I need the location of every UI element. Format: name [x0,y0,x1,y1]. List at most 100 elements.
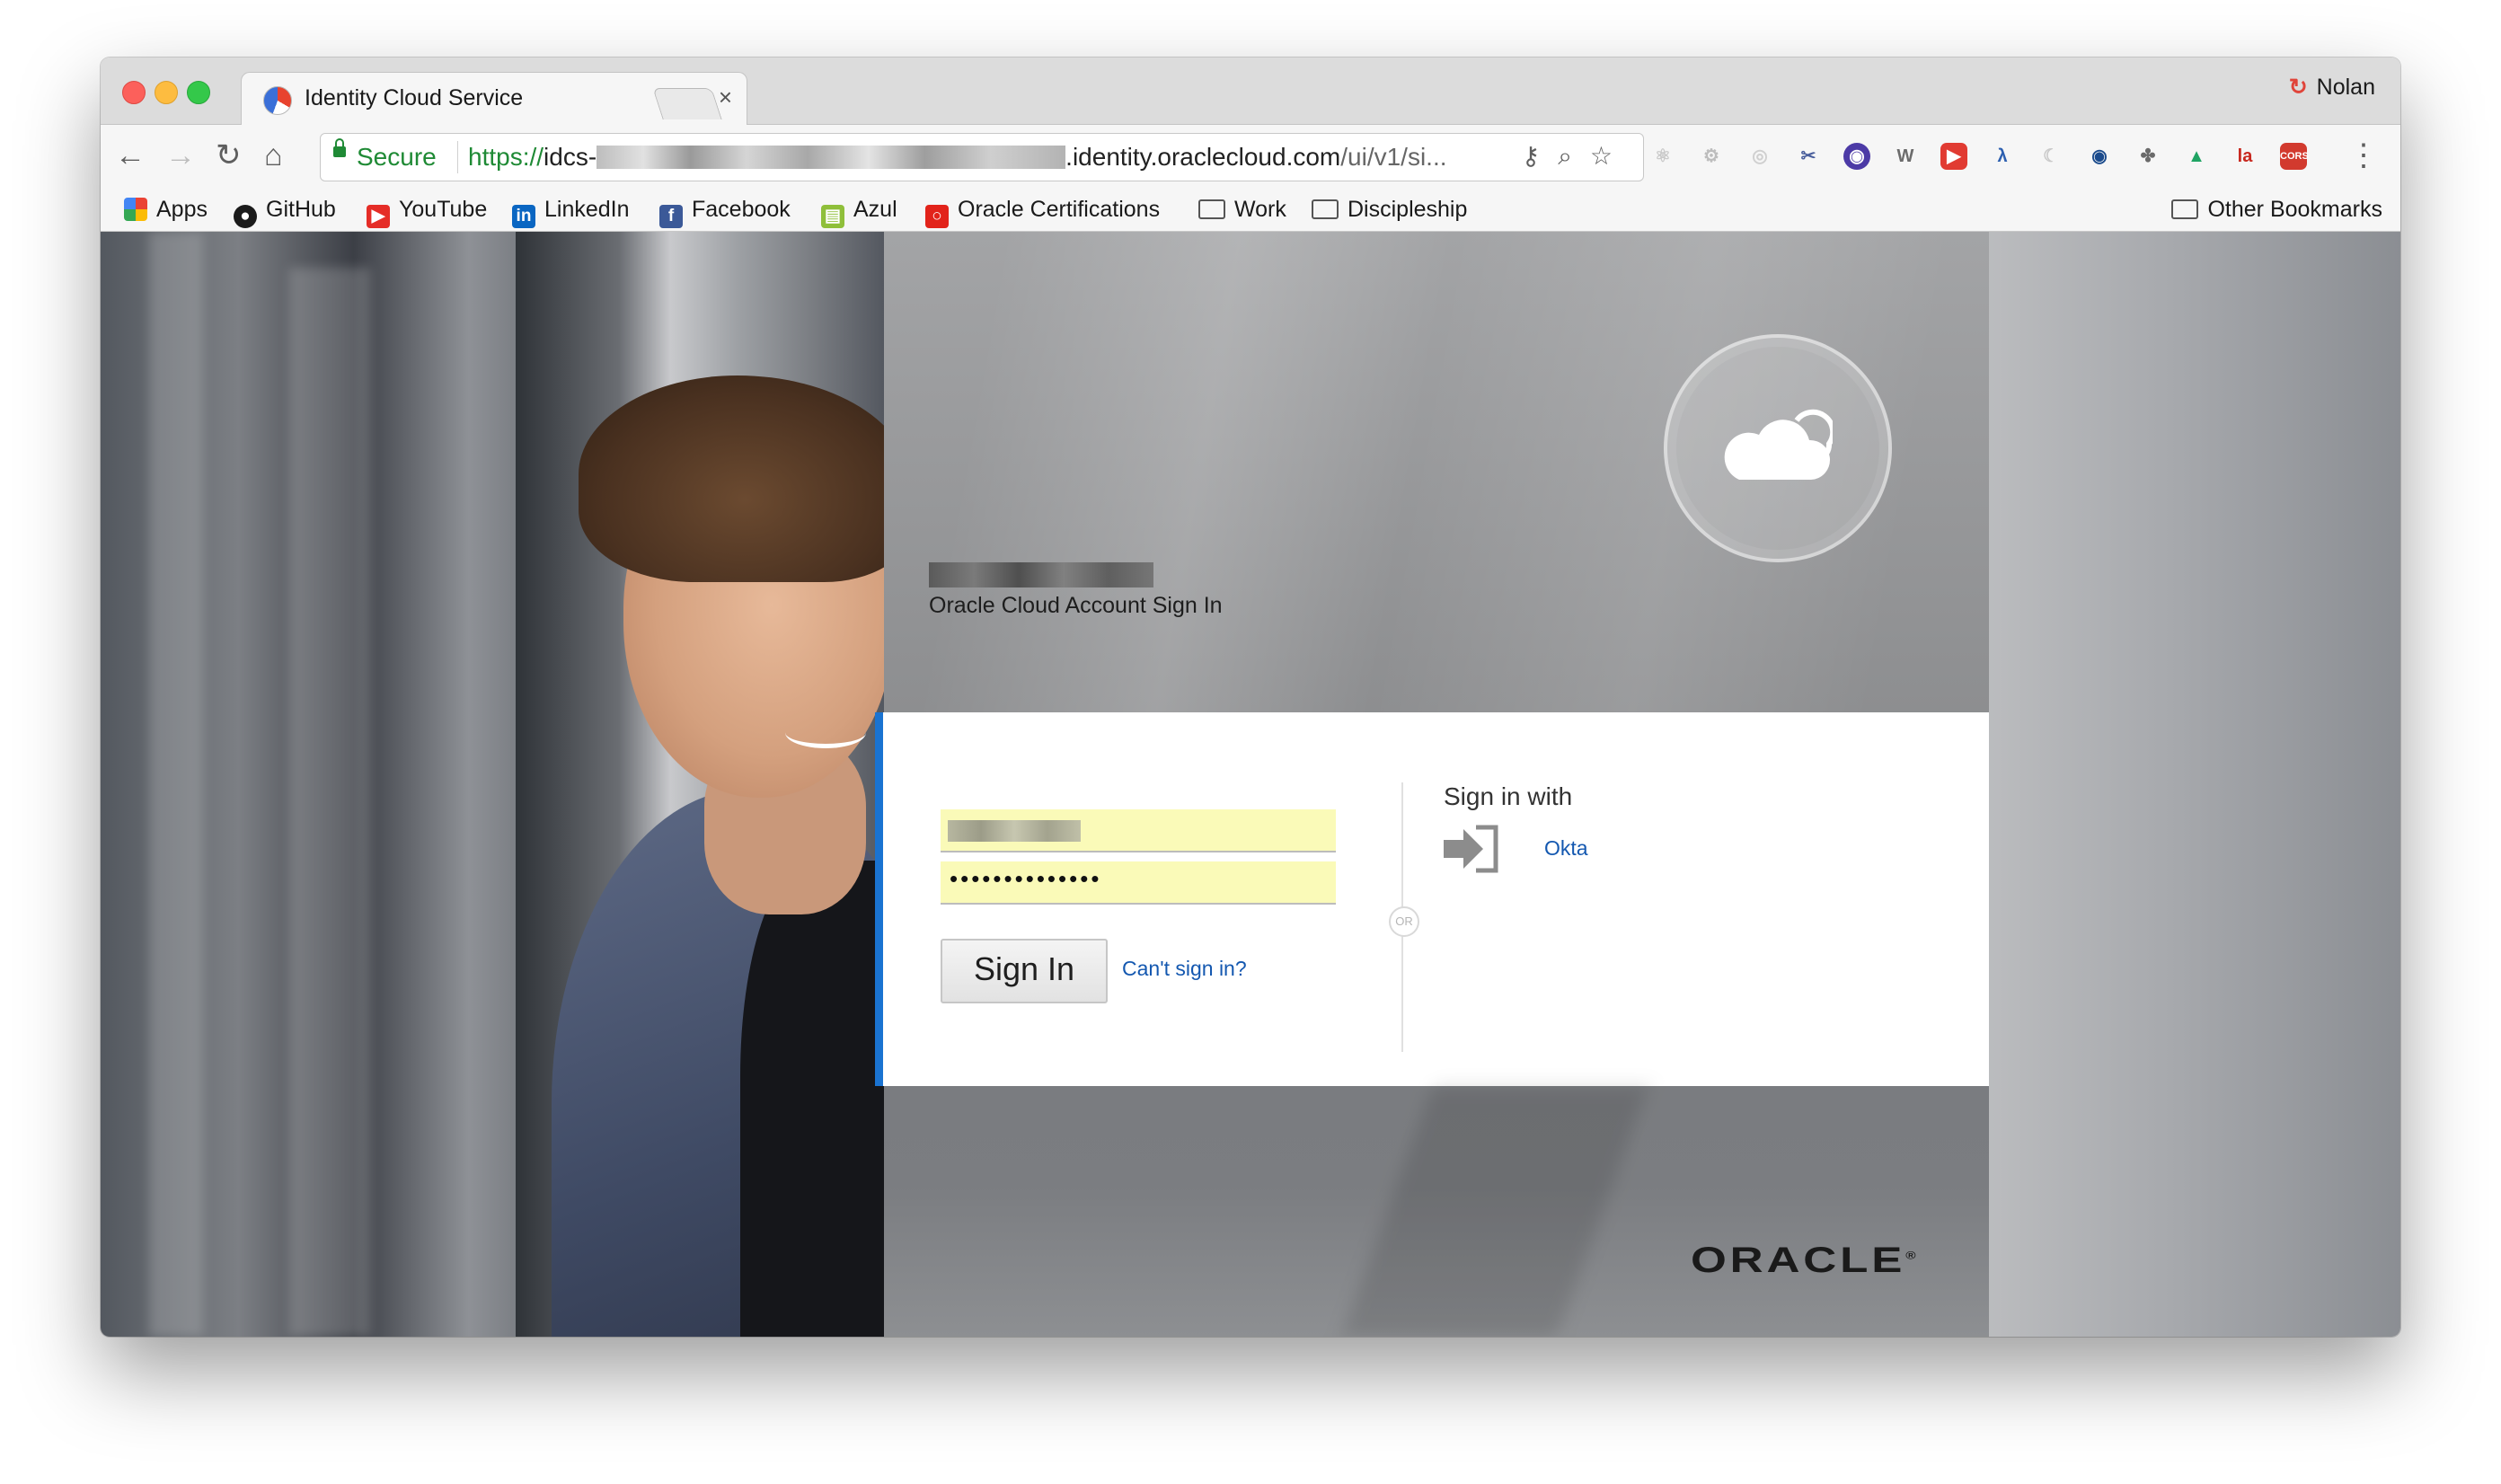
bookmark-youtube[interactable]: ▶ YouTube [367,197,487,228]
globe-icon[interactable]: ◉ [1843,143,1870,170]
zoom-icon[interactable]: ⌕ [1558,142,1590,170]
bookmark-label: Work [1234,197,1286,222]
bookmark-folder-discipleship[interactable]: Discipleship [1312,197,1467,223]
new-tab-button[interactable] [652,88,722,119]
sign-in-button[interactable]: Sign In [941,939,1108,1003]
secure-label: Secure [357,143,437,171]
bookmark-label: YouTube [399,197,488,222]
github-icon: ● [234,205,257,228]
profile-button[interactable]: ↻ Nolan [2289,74,2375,101]
home-icon[interactable]: ⌂ [264,136,283,175]
forward-arrow-icon[interactable]: → [165,136,196,175]
w-icon[interactable]: W [1892,143,1919,170]
apps-grid-icon [124,198,147,221]
close-window-button[interactable] [122,81,146,104]
redacted-host [597,146,1066,169]
other-bookmarks[interactable]: Other Bookmarks [2171,197,2382,223]
puzzle-icon[interactable]: ✤ [2134,143,2161,170]
bookmark-linkedin[interactable]: in LinkedIn [512,197,630,228]
hero-photo [516,232,884,1337]
bookmark-facebook[interactable]: f Facebook [659,197,791,228]
la-icon[interactable]: la [2231,143,2258,170]
moon-icon[interactable]: ☾ [2037,143,2064,170]
star-icon[interactable]: ☆ [1590,142,1631,170]
hero-banner: Oracle Cloud Account Sign In [884,232,1989,712]
registered-mark: ® [1905,1249,1916,1262]
page-title: Oracle Cloud Account Sign In [929,593,1223,618]
folder-icon [1312,199,1339,219]
linkedin-icon: in [512,205,535,228]
extension-bar: ⚛ ⚙ ◎ ✂ ◉ W ▶ λ ☾ ◉ ✤ ▲ la CORS [1649,139,2309,175]
or-badge: OR [1389,906,1419,937]
sign-in-with-heading: Sign in with [1444,782,1573,810]
bookmark-label: Azul [853,197,897,222]
url-separator [457,141,458,173]
footer-panel: ORACLE® [884,1086,1989,1337]
url-prefix: idcs- [544,143,597,171]
lambda-icon[interactable]: λ [1989,143,2016,170]
bookmark-apps[interactable]: Apps [124,197,208,223]
cloud-logo [1664,334,1892,562]
azul-icon: ▤ [821,205,844,228]
facebook-icon: f [659,205,683,228]
cors-icon[interactable]: CORS [2280,143,2309,170]
bookmark-label: GitHub [266,197,336,222]
cant-sign-in-link[interactable]: Can't sign in? [1122,957,1247,981]
page-viewport: Oracle Cloud Account Sign In •••••••••••… [101,232,2400,1337]
settings-icon[interactable]: ⚙ [1698,143,1725,170]
tab-title: Identity Cloud Service [305,85,524,110]
url-text[interactable]: https://idcs- .identity.oraclecloud.com/u… [468,143,1447,172]
drive-icon[interactable]: ▲ [2183,143,2210,170]
bookmark-label: Other Bookmarks [2207,197,2382,222]
maximize-window-button[interactable] [187,81,210,104]
url-host: .identity.oraclecloud.com [1065,143,1341,171]
redacted-tenant-name [929,562,1153,587]
tab-close-icon[interactable]: × [719,84,732,111]
bookmark-oracle-certifications[interactable]: ○ Oracle Certifications [925,197,1160,228]
oracle-logo: ORACLE® [1691,1241,1916,1281]
eye-icon[interactable]: ◉ [2086,143,2113,170]
bookmark-label: Discipleship [1348,197,1468,222]
photo-hair [579,375,884,582]
okta-link[interactable]: Okta [1544,836,1588,861]
key-icon[interactable]: ⚷ [1522,142,1559,170]
bookmark-label: Facebook [692,197,791,222]
bookmark-folder-work[interactable]: Work [1198,197,1286,223]
url-scheme: https:// [468,143,544,171]
browser-window: Identity Cloud Service × ↻ Nolan ← → ↻ ⌂ … [101,57,2400,1337]
oracle-icon: ○ [925,205,949,228]
toolbar: ← → ↻ ⌂ Secure https://idcs- .identity.or… [101,125,2400,190]
bookmark-label: Oracle Certifications [958,197,1161,222]
url-path: /ui/v1/si... [1340,143,1447,171]
cloud-icon [1724,409,1833,480]
profile-icon: ↻ [2288,75,2308,100]
photo-smile [785,717,866,748]
bookmark-github[interactable]: ● GitHub [234,197,336,228]
tab-strip: Identity Cloud Service × ↻ Nolan [101,57,2400,125]
youtube-icon: ▶ [367,205,390,228]
record-icon[interactable]: ▶ [1940,143,1967,170]
circle-icon[interactable]: ◎ [1746,143,1773,170]
background-window-pane [149,232,203,1337]
menu-icon[interactable]: ⋮ [2348,136,2379,175]
lock-icon [333,138,346,157]
folder-icon [2171,199,2199,219]
react-icon[interactable]: ⚛ [1649,143,1676,170]
sign-in-arrow-icon [1444,825,1498,873]
redacted-username [948,820,1081,842]
address-bar[interactable]: Secure https://idcs- .identity.oracleclou… [320,133,1644,181]
oracle-favicon-icon [263,86,292,115]
password-field[interactable]: •••••••••••••• [941,861,1336,905]
profile-name: Nolan [2316,75,2375,100]
bookmark-azul[interactable]: ▤ Azul [821,197,897,228]
bookmark-label: Apps [156,197,208,222]
scissors-icon[interactable]: ✂ [1795,143,1822,170]
back-arrow-icon[interactable]: ← [115,136,146,175]
photo-shirt [740,861,884,1337]
login-card: •••••••••••••• Sign In Can't sign in? OR… [875,712,1989,1086]
minimize-window-button[interactable] [155,81,178,104]
bookmarks-bar: Apps ● GitHub ▶ YouTube in LinkedIn f Facebo… [101,190,2400,232]
oracle-logo-text: ORACLE [1691,1241,1906,1280]
reload-icon[interactable]: ↻ [216,136,242,175]
omnibox-actions: ⚷⌕☆ [1522,141,1631,172]
